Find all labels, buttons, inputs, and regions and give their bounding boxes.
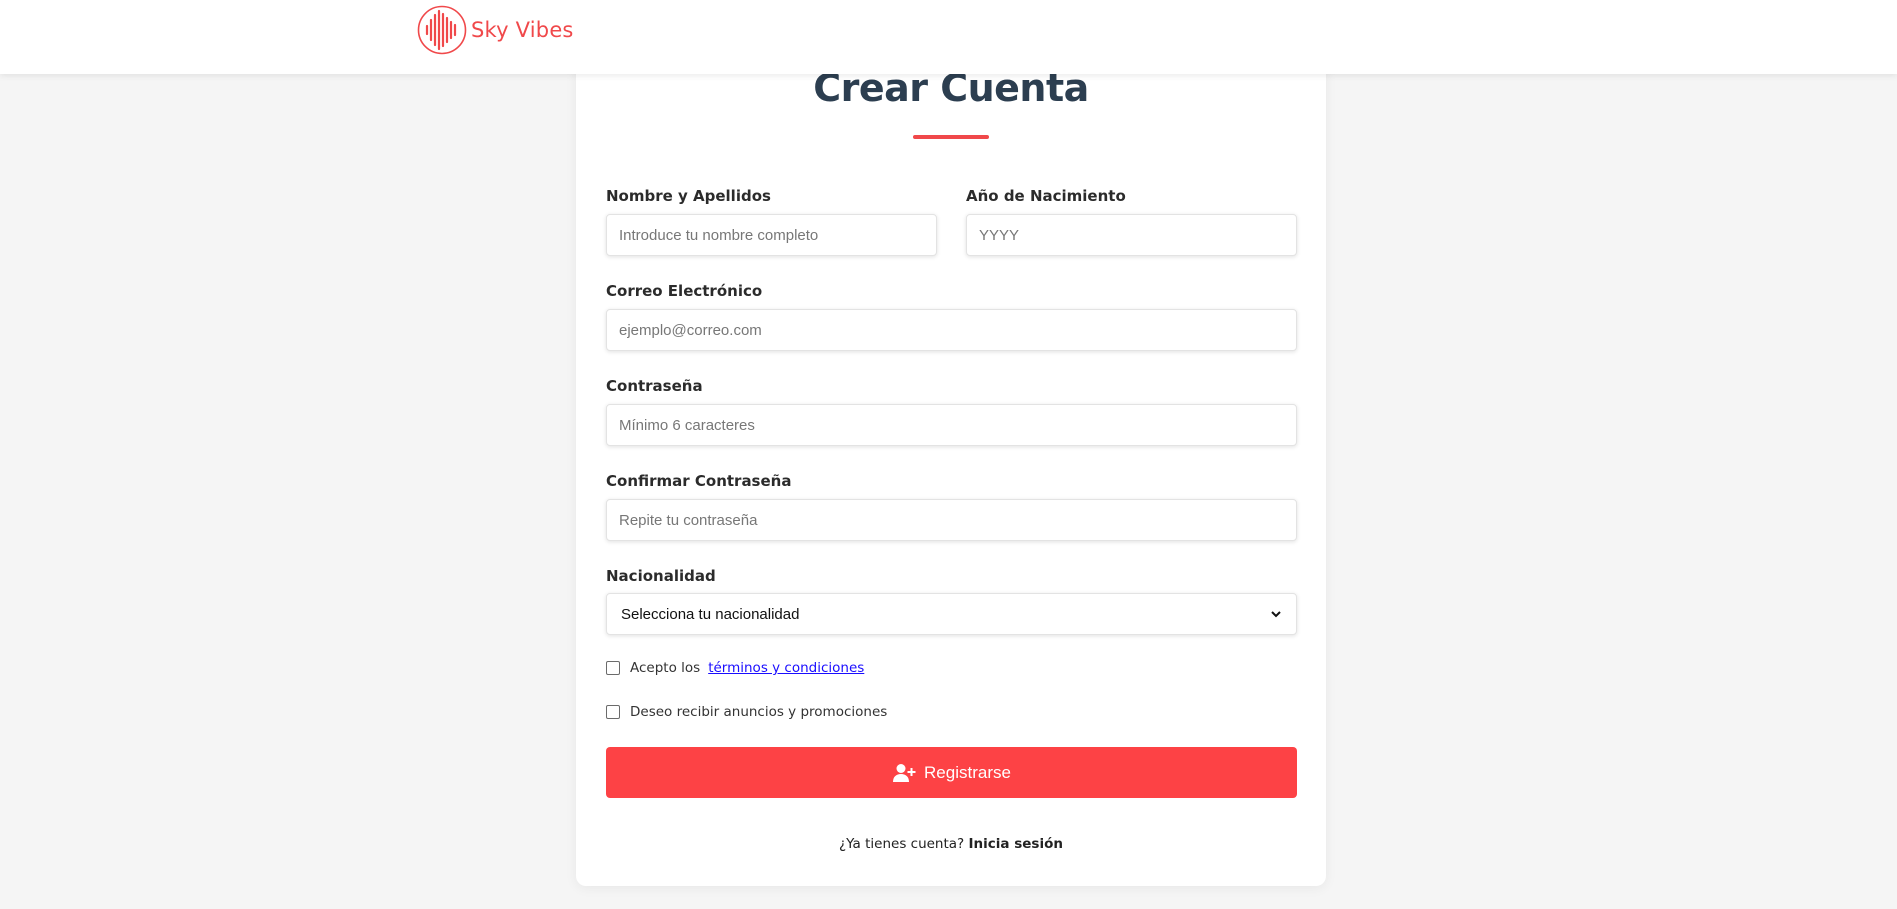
password-label: Contraseña <box>606 377 703 395</box>
chevron-down-icon <box>1271 611 1281 618</box>
brand-logo-link[interactable]: Sky Vibes <box>417 5 574 55</box>
terms-checkbox[interactable] <box>606 661 620 675</box>
register-button[interactable]: Registrarse <box>606 747 1297 798</box>
login-prompt: ¿Ya tienes cuenta? Inicia sesión <box>576 836 1326 852</box>
register-card: Crear Cuenta Nombre y Apellidos Año de N… <box>576 40 1326 886</box>
birth-year-input[interactable] <box>966 214 1297 256</box>
name-input[interactable] <box>606 214 937 256</box>
promotions-checkbox[interactable] <box>606 705 620 719</box>
brand-name: Sky Vibes <box>471 18 574 42</box>
top-navbar: Sky Vibes <box>0 0 1897 74</box>
promotions-label: Deseo recibir anuncios y promociones <box>630 704 888 720</box>
email-input[interactable] <box>606 309 1297 351</box>
nationality-selected-value: Selecciona tu nacionalidad <box>621 605 800 623</box>
terms-row: Acepto los términos y condiciones <box>606 660 864 676</box>
login-link[interactable]: Inicia sesión <box>969 836 1063 852</box>
nationality-select[interactable]: Selecciona tu nacionalidad <box>606 593 1297 635</box>
terms-prefix: Acepto los <box>630 660 701 676</box>
nationality-label: Nacionalidad <box>606 567 716 585</box>
login-question: ¿Ya tienes cuenta? <box>839 836 965 852</box>
soundwave-logo-icon <box>417 5 467 55</box>
promotions-row: Deseo recibir anuncios y promociones <box>606 704 887 720</box>
name-label: Nombre y Apellidos <box>606 187 771 205</box>
terms-link[interactable]: términos y condiciones <box>708 660 864 676</box>
title-underline <box>913 135 989 139</box>
password-input[interactable] <box>606 404 1297 446</box>
confirm-password-input[interactable] <box>606 499 1297 541</box>
user-plus-icon <box>893 763 916 782</box>
email-label: Correo Electrónico <box>606 282 763 300</box>
register-button-label: Registrarse <box>924 762 1011 782</box>
confirm-password-label: Confirmar Contraseña <box>606 472 792 490</box>
birth-year-label: Año de Nacimiento <box>966 187 1126 205</box>
